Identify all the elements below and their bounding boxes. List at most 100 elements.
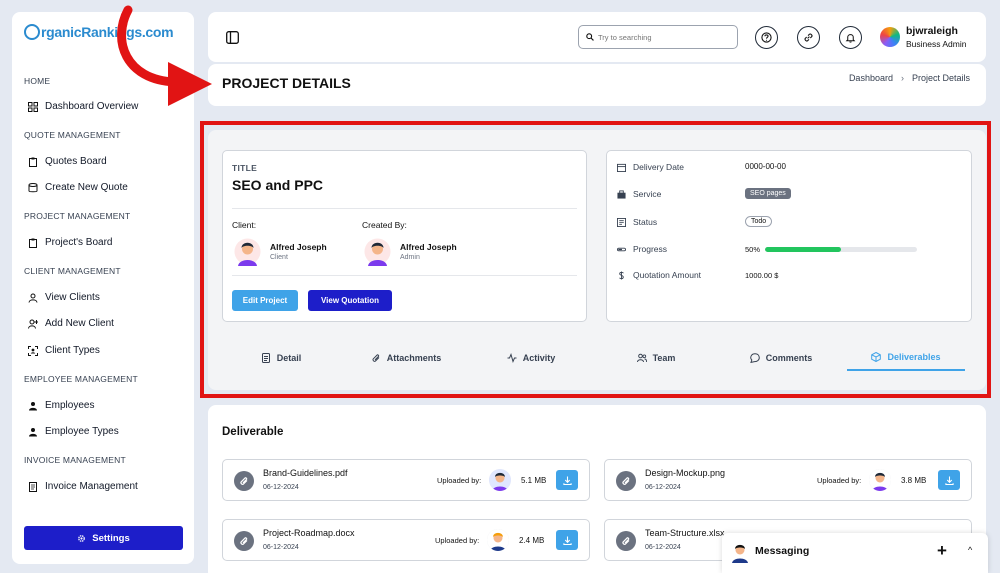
- project-card: TITLE SEO and PPC Client: Created By: Al…: [208, 130, 986, 390]
- uploader-avatar: [869, 469, 891, 491]
- sidebar-item-view-clients[interactable]: View Clients: [28, 292, 100, 303]
- messaging-widget[interactable]: Messaging + ^: [722, 533, 988, 573]
- sidebar-toggle-icon: [225, 30, 239, 44]
- client-person: Alfred Joseph Client: [234, 237, 327, 266]
- users-icon: [29, 427, 37, 436]
- tab-comments[interactable]: Comments: [722, 345, 840, 371]
- progress-bar: [765, 247, 917, 252]
- delivery-date-row: Delivery Date: [617, 162, 684, 172]
- paperclip-icon: [234, 531, 254, 551]
- database-icon: [28, 182, 38, 192]
- grid-icon: [28, 101, 38, 112]
- delivery-date-value: 0000-00-00: [745, 162, 786, 171]
- help-button[interactable]: [755, 26, 778, 49]
- download-button[interactable]: [938, 470, 960, 490]
- sidebar-item-employee-types[interactable]: Employee Types: [28, 426, 119, 437]
- sidebar-item-projects-board[interactable]: Project's Board: [28, 237, 113, 248]
- progress-bar-fill: [765, 247, 841, 252]
- edit-project-button[interactable]: Edit Project: [232, 290, 298, 311]
- breadcrumb-chevron-icon: ›: [900, 73, 904, 83]
- sidebar-toggle-button[interactable]: [222, 27, 242, 47]
- file-size: 5.1 MB: [521, 476, 547, 485]
- file-date: 06-12-2024: [645, 484, 681, 491]
- clipboard-icon: [29, 157, 37, 167]
- tab-deliverables[interactable]: Deliverables: [847, 345, 965, 371]
- status-row: Status: [617, 217, 657, 227]
- paperclip-icon: [616, 531, 636, 551]
- help-icon: [761, 32, 772, 43]
- notifications-button[interactable]: [839, 26, 862, 49]
- nav-section-project: PROJECT MANAGEMENT: [24, 211, 131, 221]
- sidebar-item-add-new-client[interactable]: Add New Client: [28, 318, 114, 329]
- uploaded-by-label: Uploaded by:: [437, 476, 482, 485]
- download-icon: [562, 535, 572, 545]
- quotation-amount-row: Quotation Amount: [617, 270, 701, 280]
- client-name: Alfred Joseph: [270, 242, 327, 252]
- uploader-avatar: [487, 529, 509, 551]
- file-name: Project-Roadmap.docx: [263, 528, 355, 538]
- search-input[interactable]: [598, 32, 728, 42]
- tab-activity[interactable]: Activity: [472, 345, 590, 371]
- client-role: Client: [270, 254, 288, 261]
- tab-team[interactable]: Team: [597, 345, 715, 371]
- user-menu[interactable]: bjwraleigh Business Admin: [880, 25, 966, 49]
- file-item[interactable]: Brand-Guidelines.pdf 06-12-2024 Uploaded…: [222, 459, 590, 501]
- creator-avatar-icon: [364, 238, 391, 266]
- chevron-up-icon[interactable]: ^: [968, 545, 972, 555]
- service-row: Service: [617, 189, 661, 199]
- file-size: 3.8 MB: [901, 476, 927, 485]
- paperclip-icon: [372, 354, 380, 362]
- sidebar-item-client-types[interactable]: Client Types: [28, 345, 100, 356]
- logo-o-icon: [24, 24, 40, 40]
- file-size: 2.4 MB: [519, 536, 545, 545]
- clipboard-icon: [29, 238, 37, 248]
- nav-section-client: CLIENT MANAGEMENT: [24, 266, 121, 276]
- creator-name: Alfred Joseph: [400, 242, 457, 252]
- project-info-card: TITLE SEO and PPC Client: Created By: Al…: [222, 150, 587, 322]
- sidebar-item-dashboard-overview[interactable]: Dashboard Overview: [28, 101, 138, 112]
- view-quotation-button[interactable]: View Quotation: [308, 290, 392, 311]
- file-item[interactable]: Project-Roadmap.docx 06-12-2024 Uploaded…: [222, 519, 590, 561]
- sidebar-item-employees[interactable]: Employees: [28, 400, 94, 411]
- paperclip-icon: [234, 471, 254, 491]
- file-item[interactable]: Design-Mockup.png 06-12-2024 Uploaded by…: [604, 459, 972, 501]
- settings-button[interactable]: Settings: [24, 526, 183, 550]
- breadcrumb-dashboard-link[interactable]: Dashboard: [849, 73, 893, 83]
- user-name: bjwraleigh: [906, 25, 958, 37]
- uploaded-by-label: Uploaded by:: [817, 476, 862, 485]
- sidebar-item-invoice-management[interactable]: Invoice Management: [28, 481, 138, 492]
- breadcrumb: Dashboard › Project Details: [849, 73, 970, 83]
- tab-detail[interactable]: Detail: [222, 345, 340, 371]
- sidebar-item-quotes-board[interactable]: Quotes Board: [28, 156, 107, 167]
- nav-section-home: HOME: [24, 76, 51, 86]
- file-name: Team-Structure.xlsx: [645, 528, 725, 538]
- page-title-bar: PROJECT DETAILS Dashboard › Project Deta…: [208, 64, 986, 106]
- tab-attachments[interactable]: Attachments: [347, 345, 465, 371]
- download-icon: [562, 475, 572, 485]
- download-button[interactable]: [556, 530, 578, 550]
- project-tabs: Detail Attachments Activity Team Comment…: [222, 345, 972, 373]
- created-by-label: Created By:: [362, 220, 407, 230]
- link-button[interactable]: [797, 26, 820, 49]
- dollar-icon: [619, 270, 624, 280]
- sidebar: rganicRankings.com HOME Dashboard Overvi…: [12, 12, 194, 564]
- progress-icon: [617, 247, 626, 251]
- file-date: 06-12-2024: [263, 544, 299, 551]
- team-icon: [636, 353, 647, 363]
- progress-percent: 50%: [745, 245, 761, 254]
- service-badge: SEO pages: [745, 188, 791, 199]
- brand-logo[interactable]: rganicRankings.com: [24, 24, 174, 40]
- download-icon: [944, 475, 954, 485]
- new-message-plus-icon[interactable]: +: [937, 541, 947, 561]
- divider: [232, 208, 577, 209]
- search-box: [578, 25, 738, 49]
- download-button[interactable]: [556, 470, 578, 490]
- search-icon: [586, 33, 594, 41]
- bell-icon: [845, 34, 856, 43]
- breadcrumb-current: Project Details: [911, 73, 970, 83]
- sidebar-item-create-new-quote[interactable]: Create New Quote: [28, 182, 128, 193]
- quotation-amount-value: 1000.00 $: [745, 271, 779, 280]
- divider: [232, 275, 577, 276]
- document-icon: [261, 353, 270, 363]
- project-details-card: Delivery Date 0000-00-00 Service SEO pag…: [606, 150, 972, 322]
